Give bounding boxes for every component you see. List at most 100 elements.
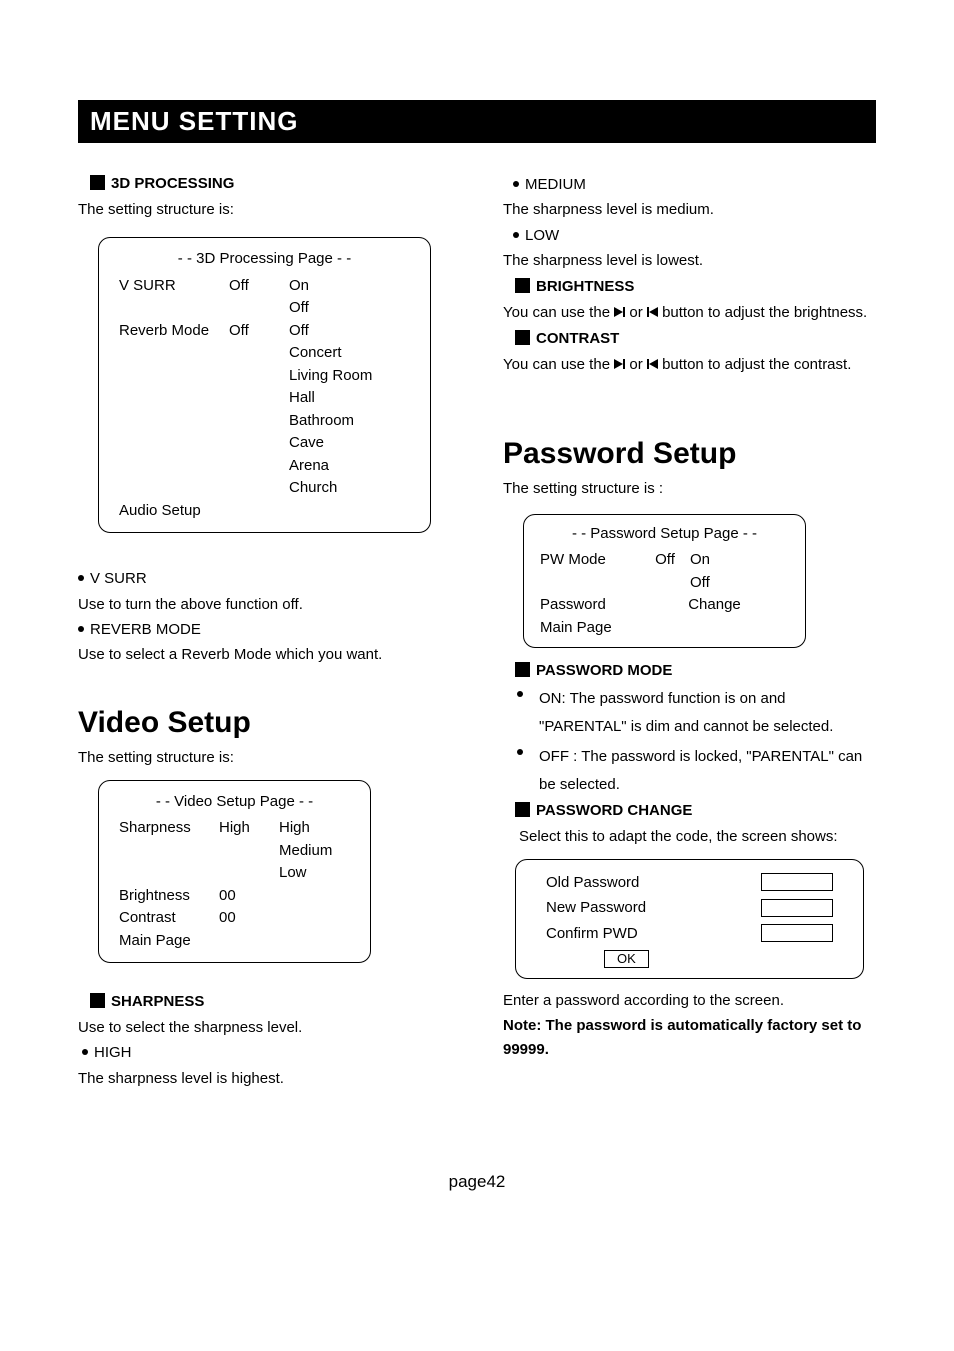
row-label: Contrast xyxy=(119,907,219,930)
panel-title: - - Video Setup Page - - xyxy=(119,791,350,814)
text-part: or xyxy=(625,356,647,373)
heading-video-setup: Video Setup xyxy=(78,706,451,740)
heading-password-setup: Password Setup xyxy=(503,437,876,471)
list-item: ON: The password function is on and "PAR… xyxy=(503,685,876,741)
row-label: Reverb Mode xyxy=(119,320,229,500)
panel-title: - - 3D Processing Page - - xyxy=(119,248,410,271)
play-left-icon xyxy=(649,359,658,369)
right-column: MEDIUM The sharpness level is medium. LO… xyxy=(503,171,876,1092)
text-part: You can use the xyxy=(503,356,614,373)
square-bullet-icon xyxy=(90,175,105,190)
bullet-dot-icon xyxy=(513,232,519,238)
row-label: PW Mode xyxy=(540,549,640,594)
two-column-layout: 3D PROCESSING The setting structure is: … xyxy=(78,171,876,1092)
row-label: Sharpness xyxy=(119,817,219,885)
row-contrast: Contrast 00 xyxy=(119,907,350,930)
row-current: Off xyxy=(229,320,289,500)
text-part: button to adjust the contrast. xyxy=(658,356,851,373)
row-current: High xyxy=(219,817,279,885)
square-bullet-icon xyxy=(515,330,530,345)
page: MENU SETTING 3D PROCESSING The setting s… xyxy=(0,0,954,1232)
row-label: Password xyxy=(540,594,640,617)
page-footer: page42 xyxy=(78,1172,876,1192)
subhead-text: 3D PROCESSING xyxy=(111,175,234,192)
row-audio-setup: Audio Setup xyxy=(119,500,410,523)
password-input-box[interactable] xyxy=(761,899,833,917)
pw-row-new: New Password xyxy=(536,895,843,921)
list-text: OFF : The password is locked, "PARENTAL"… xyxy=(539,743,876,799)
page-title-banner: MENU SETTING xyxy=(78,100,876,143)
bullet-low: LOW xyxy=(503,224,876,247)
row-label: V SURR xyxy=(119,275,229,320)
brightness-text: You can use the or button to adjust the … xyxy=(503,301,876,324)
opt: On xyxy=(289,275,410,298)
bullet-high: HIGH xyxy=(78,1041,451,1064)
text-part: You can use the xyxy=(503,304,614,321)
password-input-box[interactable] xyxy=(761,924,833,942)
row-pwmode: PW Mode Off On Off xyxy=(540,549,789,594)
bullet-text: Use to select a Reverb Mode which you wa… xyxy=(78,643,451,666)
subhead-text: PASSWORD CHANGE xyxy=(536,802,692,819)
list-item: OFF : The password is locked, "PARENTAL"… xyxy=(503,743,876,799)
opt: Medium xyxy=(279,840,350,863)
panel-password-setup: - - Password Setup Page - - PW Mode Off … xyxy=(523,514,806,649)
text-part: or xyxy=(625,304,647,321)
row-value: 00 xyxy=(219,907,236,930)
label: New Password xyxy=(536,895,761,921)
left-column: 3D PROCESSING The setting structure is: … xyxy=(78,171,451,1092)
bullet-dot-icon xyxy=(78,626,84,632)
subhead-sharpness: SHARPNESS xyxy=(78,993,451,1010)
square-bullet-icon xyxy=(515,662,530,677)
play-left-icon xyxy=(649,307,658,317)
square-bullet-icon xyxy=(515,278,530,293)
bullet-name: HIGH xyxy=(94,1044,132,1061)
password-mode-list: ON: The password function is on and "PAR… xyxy=(503,685,876,798)
password-input-box[interactable] xyxy=(761,873,833,891)
text-part: button to adjust the brightness. xyxy=(658,304,867,321)
row-value: Change xyxy=(640,594,789,617)
row-current: Off xyxy=(229,275,289,320)
opt: Low xyxy=(279,862,350,885)
row-main-page: Main Page xyxy=(540,617,789,640)
note-text: Note: The password is automatically fact… xyxy=(503,1014,876,1062)
ok-button[interactable]: OK xyxy=(604,950,649,968)
opt: Cave xyxy=(289,432,410,455)
opt: Arena xyxy=(289,455,410,478)
subhead-text: PASSWORD MODE xyxy=(536,662,672,679)
subhead-text: SHARPNESS xyxy=(111,993,204,1010)
opt: Hall xyxy=(289,387,410,410)
opt: Church xyxy=(289,477,410,500)
row-vsurr: V SURR Off On Off xyxy=(119,275,410,320)
password-change-text: Select this to adapt the code, the scree… xyxy=(519,825,876,848)
high-text: The sharpness level is highest. xyxy=(78,1067,451,1090)
pw-row-old: Old Password xyxy=(536,870,843,896)
bullet-dot-icon xyxy=(82,1049,88,1055)
panel-title: - - Password Setup Page - - xyxy=(540,523,789,546)
bullet-name: LOW xyxy=(525,227,559,244)
row-label: Brightness xyxy=(119,885,219,908)
square-bullet-icon xyxy=(515,802,530,817)
row-current: Off xyxy=(640,549,690,594)
bullet-dot-icon xyxy=(513,181,519,187)
bullet-vsurr: V SURR xyxy=(78,567,451,590)
row-options: On Off xyxy=(289,275,410,320)
row-password: Password Change xyxy=(540,594,789,617)
label: Old Password xyxy=(536,870,761,896)
subhead-brightness: BRIGHTNESS xyxy=(503,278,876,295)
intro-text: The setting structure is : xyxy=(503,477,876,500)
bullet-medium: MEDIUM xyxy=(503,173,876,196)
low-text: The sharpness level is lowest. xyxy=(503,249,876,272)
intro-text: The setting structure is: xyxy=(78,746,451,769)
panel-3d-processing: - - 3D Processing Page - - V SURR Off On… xyxy=(98,237,431,533)
subhead-password-change: PASSWORD CHANGE xyxy=(503,802,876,819)
row-options: High Medium Low xyxy=(279,817,350,885)
opt: Living Room xyxy=(289,365,410,388)
row-value: 00 xyxy=(219,885,236,908)
subhead-contrast: CONTRAST xyxy=(503,330,876,347)
row-options: On Off xyxy=(690,549,789,594)
intro-text: The setting structure is: xyxy=(78,198,451,221)
panel-password-entry: Old Password New Password Confirm PWD OK xyxy=(515,859,864,979)
opt: High xyxy=(279,817,350,840)
medium-text: The sharpness level is medium. xyxy=(503,198,876,221)
bullet-name: REVERB MODE xyxy=(90,621,201,638)
